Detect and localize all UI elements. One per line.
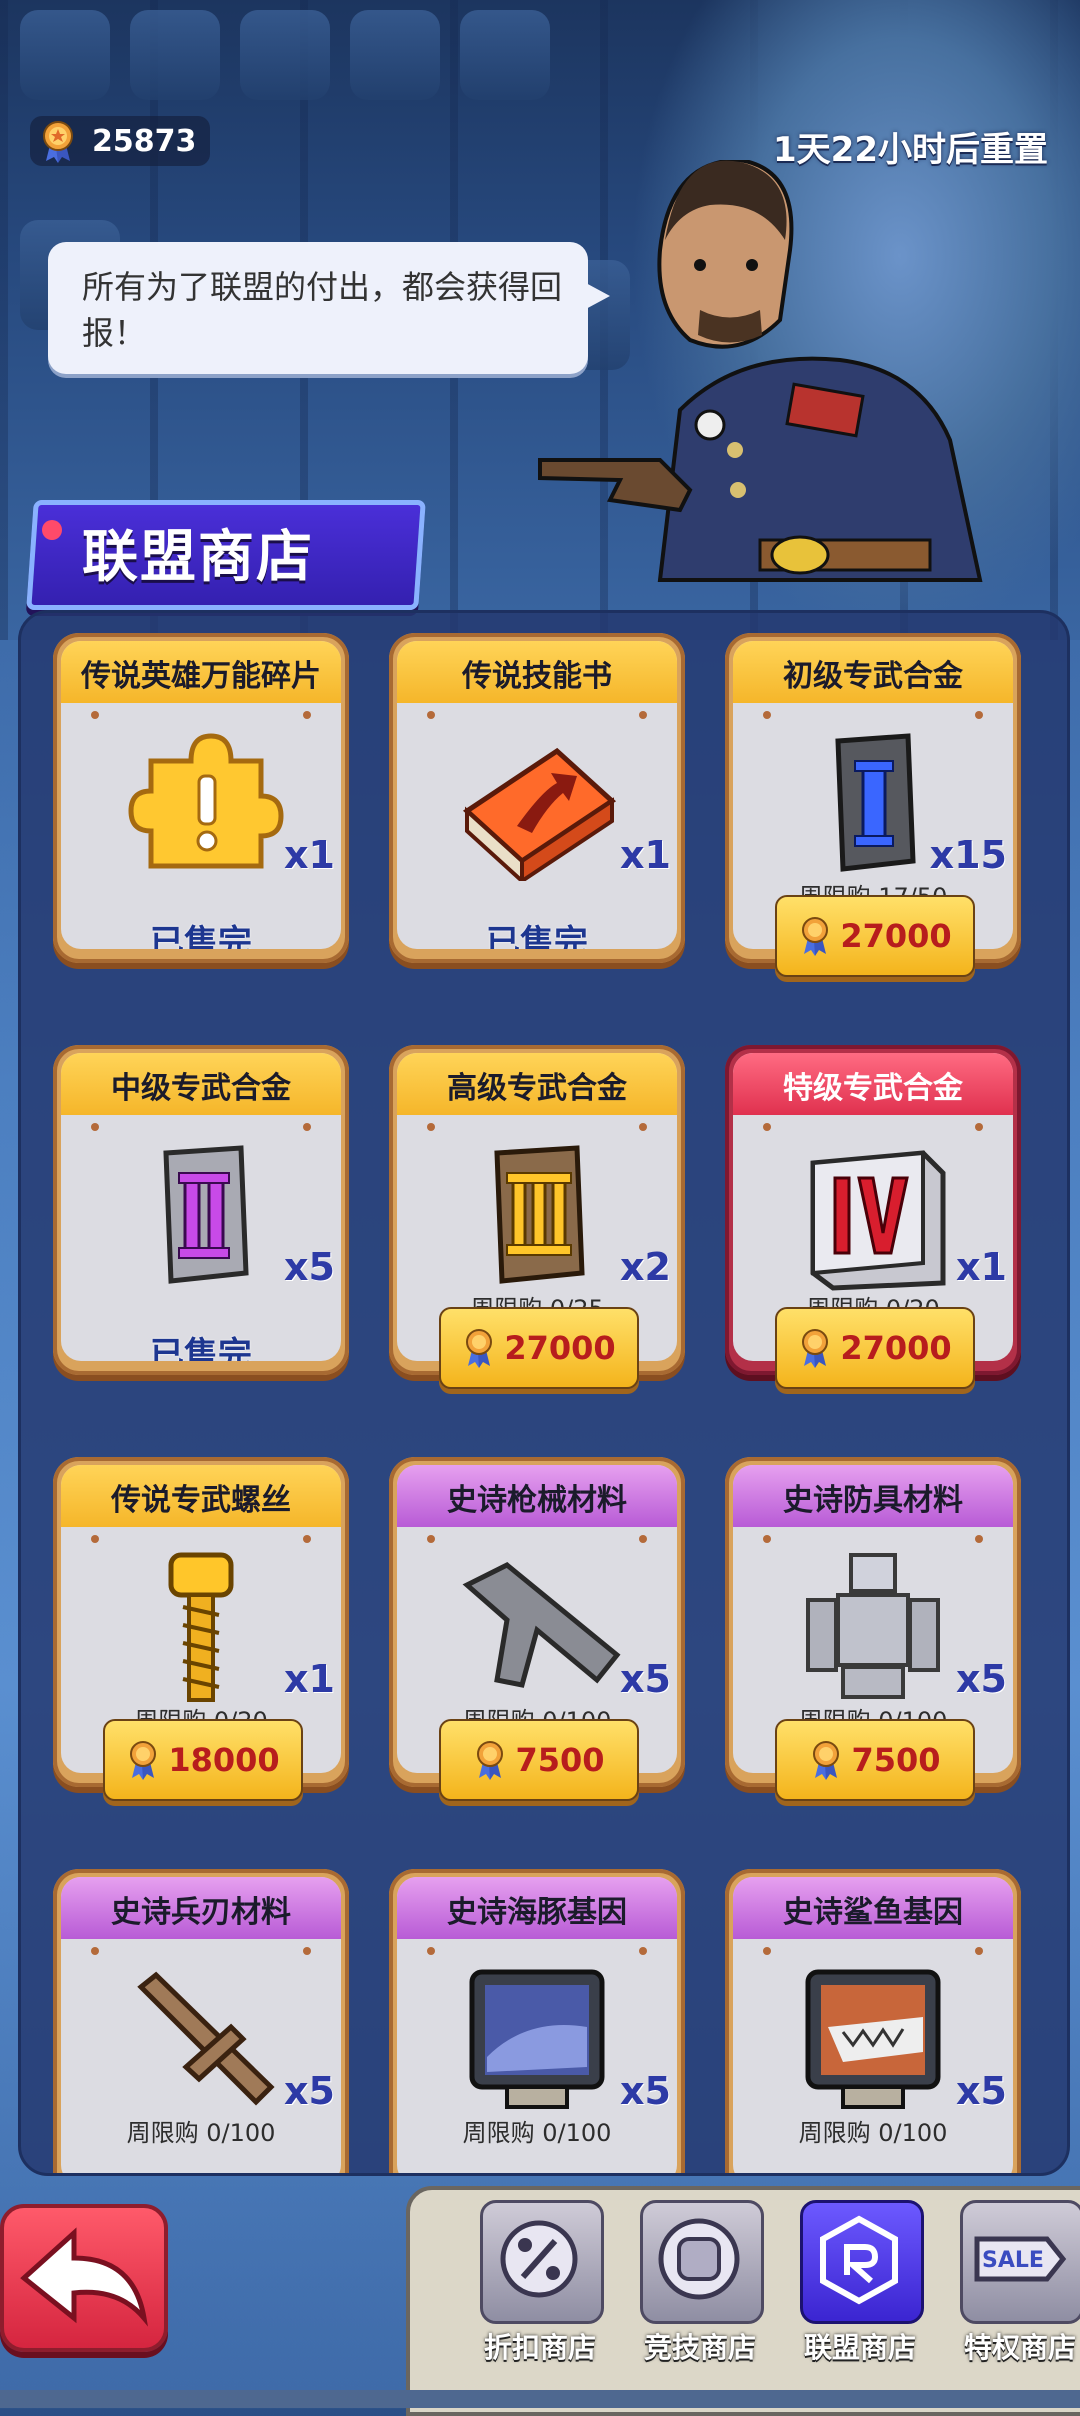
price-button[interactable]: 27000 — [439, 1307, 639, 1389]
item-name: 史诗兵刃材料 — [111, 1895, 291, 1930]
item-name: 传说专武螺丝 — [111, 1483, 291, 1518]
bottom-strip — [0, 2390, 1080, 2408]
tab-label: 联盟商店 — [803, 2331, 916, 2364]
price-value: 27000 — [840, 1329, 952, 1367]
medal-icon — [126, 1740, 160, 1780]
item-name: 史诗海豚基因 — [447, 1895, 627, 1930]
medal-icon — [809, 1740, 843, 1780]
item-name: 史诗枪械材料 — [447, 1483, 627, 1518]
item-name: 史诗防具材料 — [783, 1483, 963, 1518]
item-quantity: x15 — [929, 833, 1007, 877]
item-name: 初级专武合金 — [783, 659, 963, 694]
tab-label: 特权商店 — [963, 2331, 1076, 2364]
shop-item-alloy-i[interactable]: 初级专武合金 x15 周限购 17/50 27000 — [725, 633, 1021, 977]
medal-icon — [473, 1740, 507, 1780]
shop-title: 联盟商店 — [82, 525, 314, 590]
armor-material-icon — [806, 1553, 940, 1699]
item-quantity: x5 — [956, 1657, 1007, 1701]
tab-alliance-shop[interactable]: 联盟商店 — [780, 2200, 940, 2386]
puzzle-piece-icon — [128, 733, 284, 869]
price-value: 7500 — [515, 1741, 605, 1779]
shop-item-blade-material[interactable]: 史诗兵刃材料 x5 周限购 0/100 — [53, 1869, 349, 2173]
price-button[interactable]: 27000 — [775, 1307, 975, 1389]
alloy-iii-icon — [494, 1145, 585, 1284]
alliance-icon — [800, 2200, 924, 2324]
discount-icon — [480, 2200, 604, 2324]
sold-out-label: 已售完 — [486, 923, 588, 949]
price-value: 27000 — [840, 917, 952, 955]
alliance-currency: 25873 — [30, 116, 210, 166]
title-dot — [42, 520, 62, 540]
screw-icon — [168, 1552, 234, 1702]
alloy-ii-icon — [163, 1145, 249, 1284]
price-value: 18000 — [168, 1741, 280, 1779]
sale-icon-text: SALE — [982, 2248, 1044, 2273]
sold-out-label: 已售完 — [150, 923, 252, 949]
shop-item-alloy-iii[interactable]: 高级专武合金 x2 周限购 0/25 27000 — [389, 1045, 685, 1389]
medal-icon — [462, 1328, 496, 1368]
shop-item-armor-material[interactable]: 史诗防具材料 x5 周限购 0/100 7500 — [725, 1457, 1021, 1801]
item-quantity: x5 — [284, 1245, 335, 1289]
tab-label: 折扣商店 — [483, 2331, 596, 2364]
medal-icon — [798, 1328, 832, 1368]
shop-item-skill-book[interactable]: 传说技能书 x1 已售完 — [389, 633, 685, 963]
item-name: 特级专武合金 — [783, 1071, 963, 1106]
shop-item-screw[interactable]: 传说专武螺丝 x1 周限购 0/20 18000 — [53, 1457, 349, 1801]
weekly-limit: 周限购 0/100 — [126, 2119, 276, 2147]
tab-arena-shop[interactable]: 竞技商店 — [620, 2200, 780, 2386]
gun-material-icon — [462, 1562, 621, 1688]
item-quantity: x1 — [284, 1657, 335, 1701]
price-button[interactable]: 7500 — [439, 1719, 639, 1801]
shop-tab-bar: 折扣商店 竞技商店 联盟商店 SALE 特权商店 — [406, 2186, 1080, 2416]
skill-book-icon — [462, 747, 617, 881]
weekly-limit: 周限购 0/100 — [462, 2119, 612, 2147]
shop-item-shark-gene[interactable]: 史诗鲨鱼基因 x5 周限购 0/100 — [725, 1869, 1021, 2173]
blade-material-icon — [137, 1971, 275, 2106]
price-button[interactable]: 18000 — [103, 1719, 303, 1801]
shop-item-legend-shard[interactable]: 传说英雄万能碎片 x1 已售完 — [53, 633, 349, 963]
alloy-iv-icon — [810, 1150, 946, 1291]
item-quantity: x1 — [620, 833, 671, 877]
tab-discount-shop[interactable]: 折扣商店 — [460, 2200, 620, 2386]
item-quantity: x1 — [284, 833, 335, 877]
back-arrow-icon — [20, 2227, 148, 2327]
medal-icon — [798, 916, 832, 956]
fist-icon — [640, 2200, 764, 2324]
back-button[interactable] — [0, 2204, 168, 2352]
tab-privilege-shop[interactable]: SALE 特权商店 — [940, 2200, 1080, 2386]
item-name: 传说英雄万能碎片 — [81, 659, 321, 694]
shop-panel[interactable]: 传说英雄万能碎片 x1 已售完 传说技能书 x1 已售完 初级专武合金 x15 … — [18, 610, 1070, 2176]
sale-icon: SALE — [960, 2200, 1080, 2324]
dolphin-gene-icon — [469, 1969, 605, 2109]
shop-item-dolphin-gene[interactable]: 史诗海豚基因 x5 周限购 0/100 — [389, 1869, 685, 2173]
shark-gene-icon — [805, 1969, 941, 2109]
tab-label: 竞技商店 — [643, 2331, 756, 2364]
item-quantity: x2 — [620, 1245, 671, 1289]
sold-out-label: 已售完 — [150, 1335, 252, 1361]
price-value: 7500 — [851, 1741, 941, 1779]
shop-item-gun-material[interactable]: 史诗枪械材料 x5 周限购 0/100 7500 — [389, 1457, 685, 1801]
price-button[interactable]: 7500 — [775, 1719, 975, 1801]
price-button[interactable]: 27000 — [775, 895, 975, 977]
item-name: 史诗鲨鱼基因 — [783, 1895, 963, 1930]
price-value: 27000 — [504, 1329, 616, 1367]
item-name: 中级专武合金 — [111, 1071, 291, 1106]
item-name: 高级专武合金 — [447, 1071, 627, 1106]
medal-icon — [36, 119, 80, 163]
item-quantity: x5 — [284, 2069, 335, 2113]
shop-item-alloy-ii[interactable]: 中级专武合金 x5 已售完 — [53, 1045, 349, 1375]
npc-character — [538, 160, 983, 582]
item-quantity: x1 — [956, 1245, 1007, 1289]
item-quantity: x5 — [620, 2069, 671, 2113]
weekly-limit: 周限购 0/100 — [798, 2119, 948, 2147]
item-quantity: x5 — [956, 2069, 1007, 2113]
item-quantity: x5 — [620, 1657, 671, 1701]
shop-item-alloy-iv[interactable]: 特级专武合金 x1 周限购 0/20 27000 — [725, 1045, 1021, 1389]
item-name: 传说技能书 — [462, 659, 612, 694]
currency-value: 25873 — [92, 123, 197, 159]
